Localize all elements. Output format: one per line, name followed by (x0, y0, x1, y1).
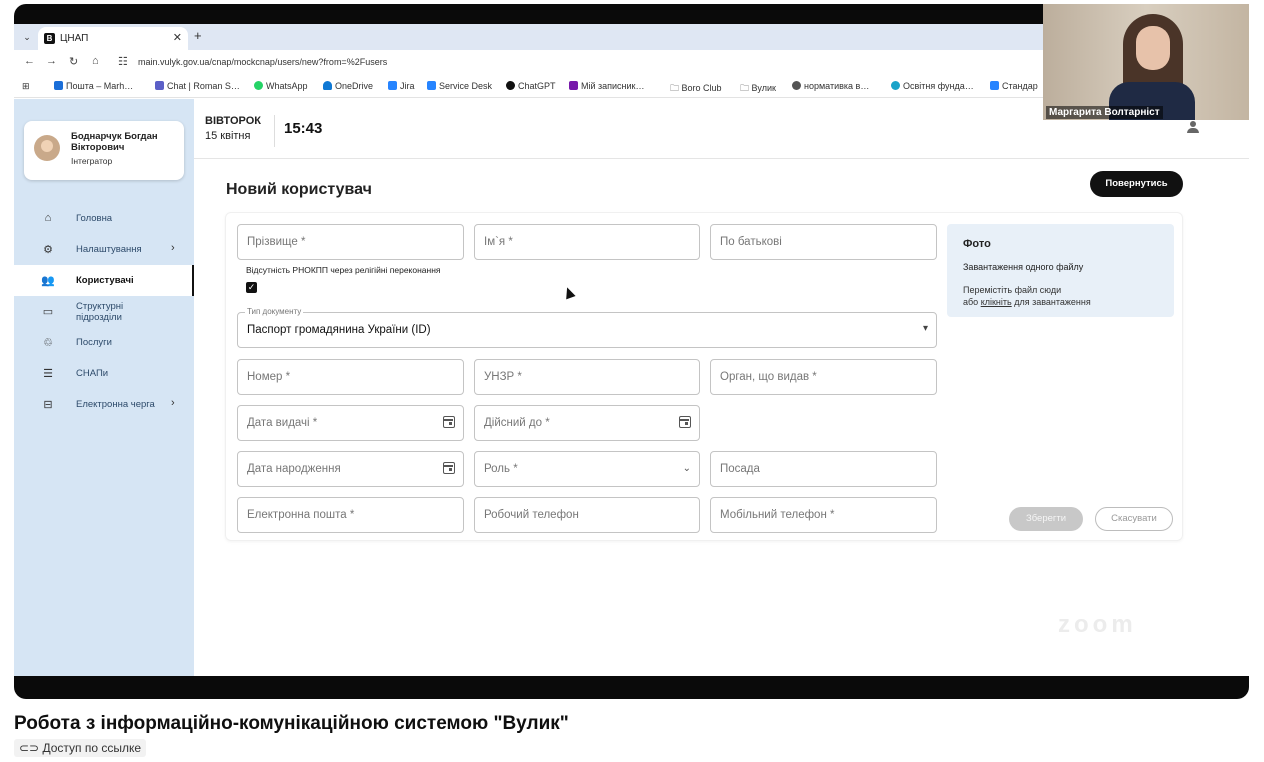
valid-until-field[interactable]: Дійсний до * (474, 405, 700, 441)
calendar-icon[interactable] (443, 416, 455, 428)
role-select[interactable]: Роль * ⌄ (474, 451, 700, 487)
back-button[interactable]: Повернутись (1090, 171, 1183, 197)
cancel-button[interactable]: Скасувати (1095, 507, 1173, 531)
dropdown-arrow-icon: ▾ (922, 323, 928, 334)
no-rnokpp-label: Відсутність РНОКПП через релігійні перек… (246, 265, 441, 275)
access-badge: ⊂⊃ Доступ по ссылке (14, 739, 147, 757)
position-field[interactable]: Посада (710, 451, 937, 487)
document-number-field[interactable]: Номер * (237, 359, 464, 395)
email-field[interactable]: Електронна пошта * (237, 497, 464, 533)
issuer-field[interactable]: Орган, що видав * (710, 359, 937, 395)
issue-date-field[interactable]: Дата видачі * (237, 405, 464, 441)
document-type-label: Тип документу (245, 307, 304, 316)
document-type-select[interactable]: Тип документу Паспорт громадянина Україн… (237, 307, 937, 348)
upload-link[interactable]: клікніть (981, 297, 1012, 307)
link-icon: ⊂⊃ (19, 741, 43, 755)
first-name-field[interactable]: Ім`я * (474, 224, 700, 260)
new-user-form: Прізвище * Ім`я * По батькові Відсутніст… (225, 212, 1183, 541)
participant-name: Маргарита Волтарніст (1046, 106, 1163, 119)
birth-date-field[interactable]: Дата народження (237, 451, 464, 487)
save-button[interactable]: Зберегти (1009, 507, 1083, 531)
middle-name-field[interactable]: По батькові (710, 224, 937, 260)
photo-upload-dropzone[interactable]: Фото Завантаження одного файлу Перемісті… (947, 224, 1174, 317)
zoom-watermark: zoom (1058, 611, 1137, 638)
mobile-phone-field[interactable]: Мобільний телефон * (710, 497, 937, 533)
page-title: Новий користувач (226, 181, 372, 198)
calendar-icon[interactable] (443, 462, 455, 474)
no-rnokpp-checkbox[interactable]: ✓ (246, 282, 257, 293)
photo-hint: Перемістіть файл сюди або клікніть для з… (963, 285, 1091, 307)
last-name-field[interactable]: Прізвище * (237, 224, 464, 260)
video-title: Робота з інформаційно-комунікаційною сис… (14, 713, 569, 734)
calendar-icon[interactable] (679, 416, 691, 428)
work-phone-field[interactable]: Робочий телефон (474, 497, 700, 533)
unzr-field[interactable]: УНЗР * (474, 359, 700, 395)
document-type-value: Паспорт громадянина України (ID) (247, 324, 431, 336)
webcam-overlay: Маргарита Волтарніст (1043, 4, 1249, 120)
chevron-down-icon: ⌄ (682, 463, 691, 474)
photo-subtitle: Завантаження одного файлу (963, 262, 1084, 272)
photo-title: Фото (963, 238, 991, 250)
